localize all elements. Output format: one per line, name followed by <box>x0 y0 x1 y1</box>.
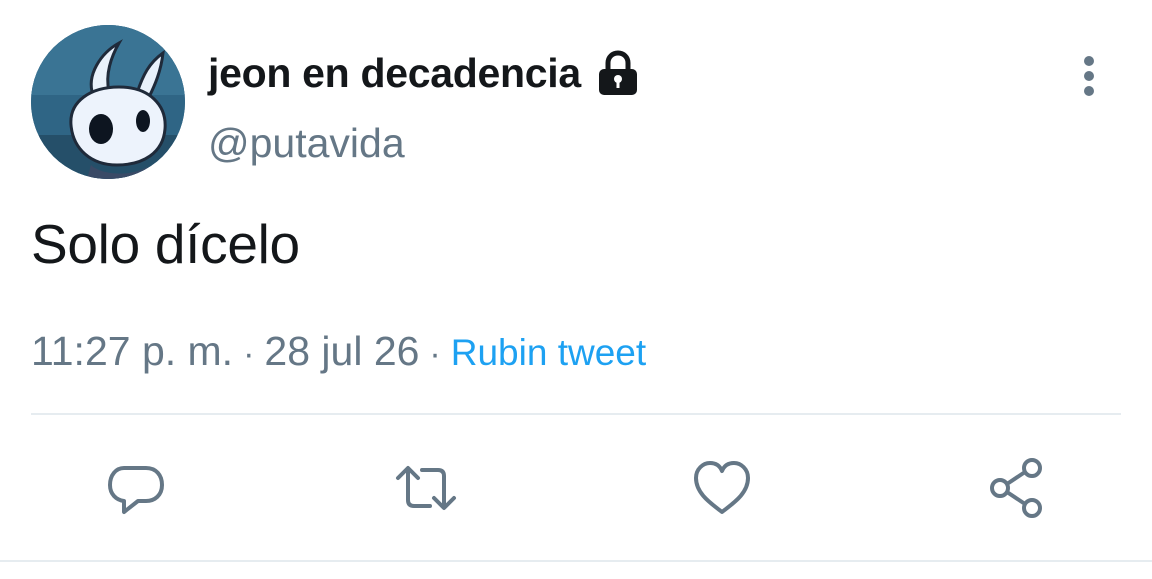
meta-separator: · <box>429 335 441 373</box>
hollow-knight-avatar-icon <box>31 25 185 179</box>
author-name-row[interactable]: jeon en decadencia <box>208 44 643 102</box>
display-name[interactable]: jeon en decadencia <box>208 50 581 97</box>
more-options-icon[interactable] <box>1070 52 1108 100</box>
tweet-source-link[interactable]: Rubin tweet <box>451 332 646 373</box>
speech-bubble-icon <box>108 466 164 514</box>
tweet-text: Solo dícelo <box>31 213 300 275</box>
lock-icon <box>593 48 643 98</box>
meta-separator: · <box>243 335 255 373</box>
heart-icon <box>694 461 750 514</box>
tweet-date[interactable]: 28 jul 26 <box>264 328 419 374</box>
retweet-arrows-icon <box>396 466 456 510</box>
reply-button[interactable] <box>104 456 168 520</box>
divider <box>31 413 1121 415</box>
share-nodes-icon <box>990 458 1042 518</box>
tweet-meta: 11:27 p. m. · 28 jul 26 · Rubin tweet <box>31 328 646 375</box>
avatar[interactable] <box>31 25 185 179</box>
share-button[interactable] <box>986 456 1050 520</box>
like-button[interactable] <box>690 456 754 520</box>
user-handle[interactable]: @putavida <box>208 120 405 167</box>
divider <box>0 560 1152 562</box>
retweet-button[interactable] <box>394 456 458 520</box>
tweet-card: jeon en decadencia @putavida Solo dícelo… <box>0 0 1152 579</box>
tweet-time[interactable]: 11:27 p. m. <box>31 328 233 374</box>
